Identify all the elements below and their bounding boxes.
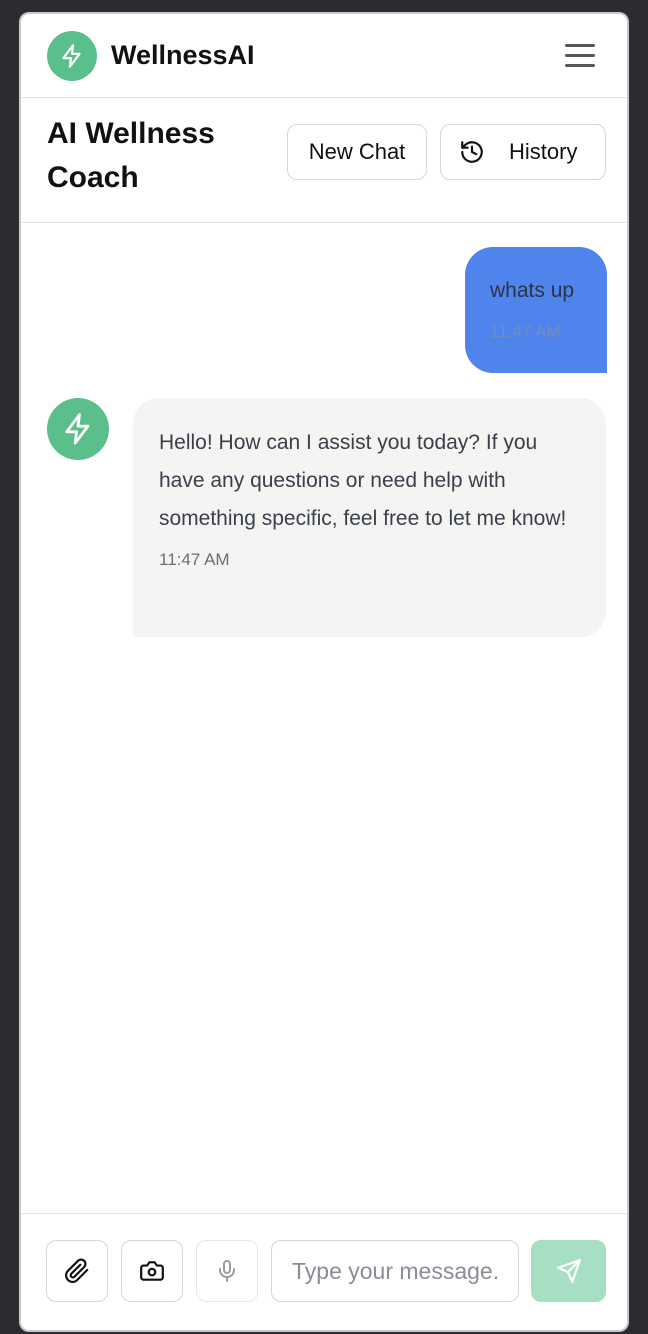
brand-name: WellnessAI [111,40,255,70]
message-time: 11:47 AM [159,550,230,569]
camera-icon [140,1261,164,1281]
new-chat-label: New Chat [308,139,406,164]
history-icon [461,141,483,163]
zap-icon [62,43,81,68]
logo[interactable] [47,30,97,81]
message-text: Hello! How can I assist you today? If yo… [159,431,567,530]
message-time: 11:47 AM [490,322,561,341]
send-button[interactable] [531,1240,606,1302]
history-label: History [509,139,578,164]
assistant-avatar [47,398,109,460]
attach-button[interactable] [46,1240,108,1302]
chat-header: AI Wellness Coach New Chat History [21,98,627,223]
chat-messages: whats up 11:47 AM Hello! How can I assis… [21,223,627,1217]
send-icon [556,1259,581,1283]
microphone-button[interactable] [196,1240,258,1302]
message-text: whats up [490,279,575,302]
paperclip-icon [65,1258,89,1283]
message-input[interactable] [271,1240,519,1302]
camera-button[interactable] [121,1240,183,1302]
hamburger-menu-icon[interactable] [565,38,601,74]
zap-icon [65,413,90,445]
top-nav: WellnessAI [21,14,627,98]
message-composer [21,1213,627,1330]
microphone-icon [219,1260,235,1282]
app-window: WellnessAI AI Wellness Coach New Chat Hi… [19,12,629,1332]
assistant-message: Hello! How can I assist you today? If yo… [133,398,606,637]
history-button[interactable]: History [440,124,606,180]
page-title: AI Wellness Coach [47,117,215,194]
user-message: whats up 11:47 AM [465,247,607,373]
new-chat-button[interactable]: New Chat [287,124,427,180]
